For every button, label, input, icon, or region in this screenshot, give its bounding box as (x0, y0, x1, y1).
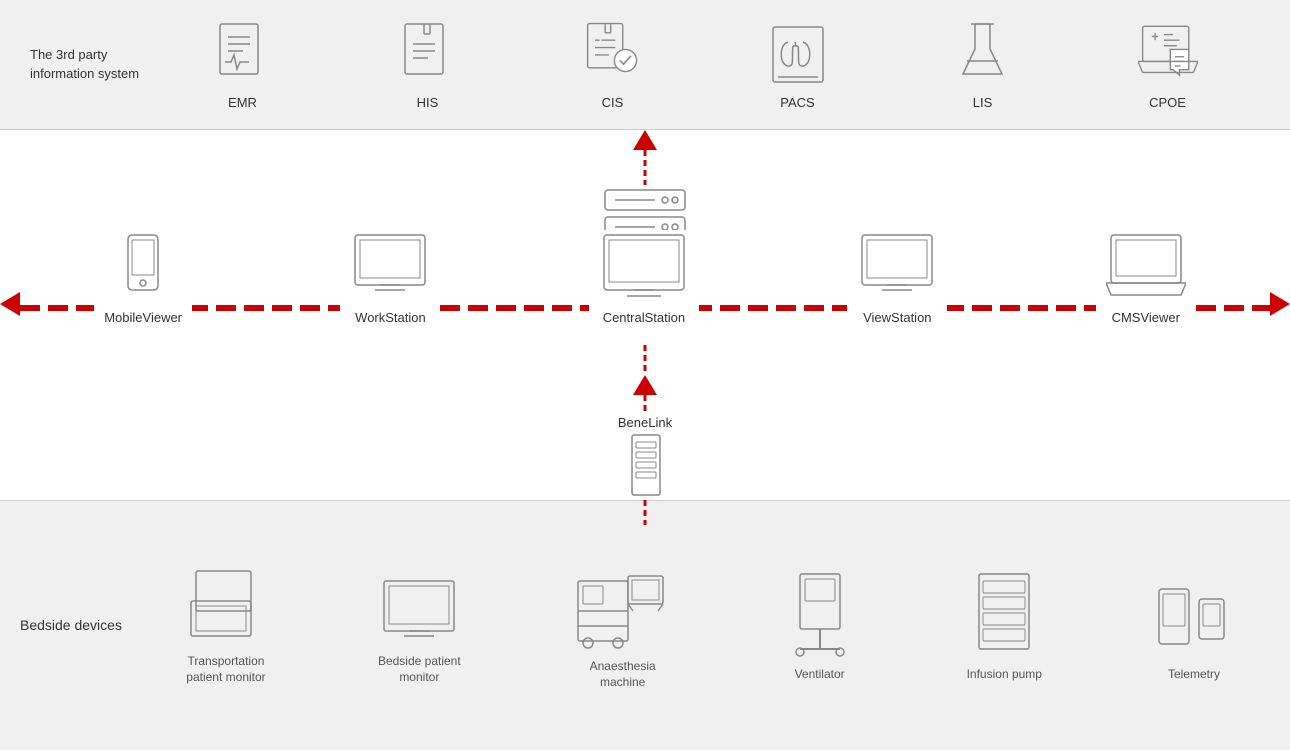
v-line-benelink-mid (642, 395, 648, 415)
his-item: HIS (398, 19, 458, 110)
ventilator-icon (785, 569, 855, 659)
anaesthesia-label: Anaesthesia machine (590, 659, 656, 690)
pacs-label: PACS (780, 95, 814, 110)
ventilator-device: Ventilator (785, 569, 855, 683)
top-section: The 3rd party information system EMR (0, 0, 1290, 130)
top-icons: EMR HIS (150, 19, 1260, 110)
telemetry-device: Telemetry (1154, 569, 1234, 683)
his-icon (398, 19, 458, 89)
pacs-icon (768, 19, 828, 89)
viewstation-icon (857, 230, 937, 305)
cpoe-icon (1138, 19, 1198, 89)
transport-label: Transportation patient monitor (186, 654, 265, 685)
centralstation-icon (599, 230, 689, 305)
third-party-label: The 3rd party information system (30, 46, 150, 82)
v-line-benelink-up (642, 345, 648, 375)
middle-devices-row: MobileViewer WorkStation CentralStation (0, 230, 1290, 325)
transport-device: Transportation patient monitor (186, 566, 266, 685)
cis-item: CIS (583, 19, 643, 110)
bottom-devices-row: Transportation patient monitor Bedside p… (130, 561, 1290, 690)
infusion-label: Infusion pump (967, 667, 1042, 683)
cis-label: CIS (602, 95, 624, 110)
mobileviewer-label: MobileViewer (104, 310, 182, 325)
v-line-top (642, 150, 648, 185)
telemetry-icon (1154, 569, 1234, 659)
emr-label: EMR (228, 95, 257, 110)
cis-icon (583, 19, 643, 89)
cpoe-item: CPOE (1138, 19, 1198, 110)
mobileviewer-device: MobileViewer (94, 230, 192, 325)
infusion-device: Infusion pump (967, 569, 1042, 683)
lis-icon (953, 19, 1013, 89)
benelink-area: BeneLink (585, 345, 705, 525)
workstation-device: WorkStation (340, 230, 440, 325)
lis-label: LIS (973, 95, 993, 110)
v-line-benelink-down (642, 500, 648, 525)
benelink-icon (620, 430, 670, 500)
anaesthesia-device: Anaesthesia machine (573, 561, 673, 690)
centralstation-device: CentralStation (589, 230, 699, 325)
viewstation-device: ViewStation (847, 230, 947, 325)
bedside-label: Bedside devices (20, 616, 130, 636)
centralstation-label: CentralStation (603, 310, 685, 325)
emr-icon (213, 19, 273, 89)
transport-icon (186, 566, 266, 646)
arrow-up-top-icon (633, 130, 657, 150)
his-label: HIS (417, 95, 439, 110)
bedside-monitor-icon (379, 566, 459, 646)
benelink-label: BeneLink (618, 415, 672, 430)
middle-section: eGateway MobileViewer WorkStation (0, 130, 1290, 500)
cmsviewer-device: CMSViewer (1096, 230, 1196, 325)
cpoe-label: CPOE (1149, 95, 1186, 110)
anaesthesia-icon (573, 561, 673, 651)
bedside-monitor-device: Bedside patient monitor (378, 566, 461, 685)
pacs-item: PACS (768, 19, 828, 110)
bottom-section: Bedside devices Transportation patient m… (0, 500, 1290, 750)
viewstation-label: ViewStation (863, 310, 931, 325)
cmsviewer-icon (1106, 230, 1186, 305)
mobileviewer-icon (118, 230, 168, 305)
workstation-label: WorkStation (355, 310, 426, 325)
lis-item: LIS (953, 19, 1013, 110)
arrow-up-benelink-icon (633, 375, 657, 395)
telemetry-label: Telemetry (1168, 667, 1220, 683)
emr-item: EMR (213, 19, 273, 110)
ventilator-label: Ventilator (795, 667, 845, 683)
workstation-icon (350, 230, 430, 305)
cmsviewer-label: CMSViewer (1112, 310, 1180, 325)
infusion-icon (969, 569, 1039, 659)
bedside-monitor-label: Bedside patient monitor (378, 654, 461, 685)
